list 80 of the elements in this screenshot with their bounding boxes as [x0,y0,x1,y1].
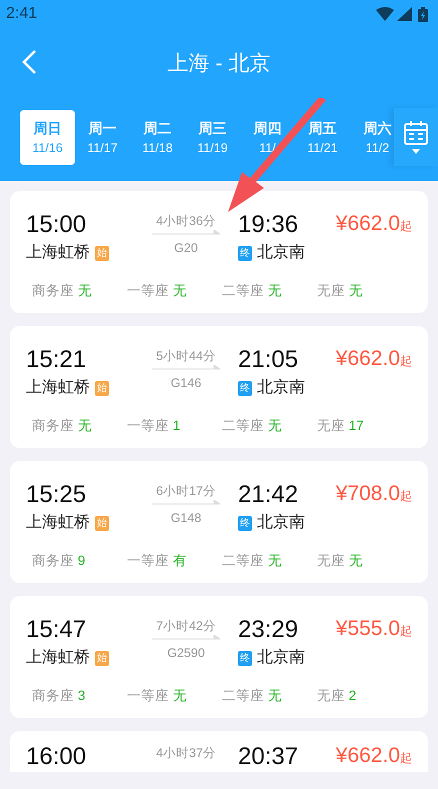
calendar-button[interactable] [394,108,438,166]
seat-availability: 无座 17 [317,417,365,435]
signal-icon [397,7,412,21]
wifi-icon [376,7,394,21]
date-tab[interactable]: 周一 11/17 [75,110,130,164]
departure-station: 上海虹桥 [26,242,90,263]
train-number: G146 [170,375,202,392]
duration: 6小时17分 [156,483,216,499]
departure-station: 上海虹桥 [26,378,90,398]
terminal-badge: 终 [238,650,252,666]
page-title: 上海 - 北京 [168,51,270,78]
price: ¥662.0起 [336,743,412,769]
caret-icon [412,149,420,154]
date-tab[interactable]: 周三 11/19 [185,110,240,164]
arrow-line-icon [152,635,220,640]
seat-availability: 二等座 无 [222,282,283,300]
departure-time: 16:00 [26,743,86,771]
train-card[interactable]: 15:00 上海虹桥 始 4小时36分 G20 19:36 终 北京南 ¥662.0起 商务座 无 一等座 无 二等座 无 无座 无 [10,191,428,313]
origin-badge: 始 [95,650,109,666]
origin-badge: 始 [95,246,109,260]
date-tab[interactable]: 周五 11/21 [295,110,350,164]
arrival-station: 北京南 [257,648,305,668]
date-tab[interactable]: 周六 11/2 [350,110,394,164]
price: ¥708.0起 [336,481,412,507]
duration: 5小时44分 [156,348,216,364]
arrival-time: 21:42 [238,481,298,509]
duration: 4小时37分 [156,745,216,761]
seat-availability: 一等座 无 [127,687,188,705]
seat-availability: 二等座 无 [222,417,283,435]
date-tab[interactable]: 周二 11/18 [130,110,185,164]
seat-availability: 一等座 无 [127,282,188,300]
seat-availability: 二等座 无 [222,687,283,705]
seat-availability: 商务座 无 [32,417,93,435]
arrow-line-icon [152,500,220,505]
terminal-badge: 终 [238,380,252,396]
train-card[interactable]: 15:21 上海虹桥 始 5小时44分 G146 21:05 终 北京南 ¥662.0起 商务座 无 一等座 1 二等座 无 无座 17 [10,326,428,448]
date-tab[interactable]: 周四 11/ [240,110,295,164]
train-card[interactable]: 16:00 4小时37分 20:37 ¥662.0起 [10,731,428,772]
seat-availability: 二等座 无 [222,552,283,570]
terminal-badge: 终 [238,246,252,260]
arrival-station: 北京南 [257,512,305,533]
seat-availability: 一等座 1 [127,417,182,435]
seat-availability: 无座 2 [317,687,358,705]
terminal-badge: 终 [238,516,252,530]
arrow-line-icon [152,230,220,235]
departure-time: 15:00 [26,211,86,239]
departure-station: 上海虹桥 [26,512,90,533]
status-time: 2:41 [6,4,38,24]
arrival-time: 20:37 [238,743,298,771]
origin-badge: 始 [95,380,109,396]
duration: 7小时42分 [156,618,216,634]
battery-icon [418,6,428,22]
train-card[interactable]: 15:47 上海虹桥 始 7小时42分 G2590 23:29 终 北京南 ¥555.0起 商务座 3 一等座 无 二等座 无 无座 2 [10,596,428,718]
price: ¥662.0起 [336,346,412,372]
seat-availability: 商务座 3 [32,687,86,705]
seat-availability: 一等座 有 [127,552,188,570]
duration: 4小时36分 [156,213,216,229]
price: ¥555.0起 [336,616,412,642]
departure-time: 15:21 [26,346,86,374]
seat-availability: 商务座 无 [32,282,93,300]
calendar-icon [403,120,429,146]
train-card[interactable]: 15:25 上海虹桥 始 6小时17分 G148 21:42 终 北京南 ¥708.0起 商务座 9 一等座 有 二等座 无 无座 无 [10,461,428,583]
arrival-time: 23:29 [238,616,298,644]
arrow-line-icon [152,365,220,370]
train-number: G2590 [167,645,205,662]
seat-availability: 商务座 9 [32,552,86,570]
departure-time: 15:25 [26,481,86,509]
arrival-time: 19:36 [238,211,298,239]
seat-availability: 无座 无 [317,282,364,300]
departure-time: 15:47 [26,616,86,644]
train-number: G20 [174,240,198,257]
price: ¥662.0起 [336,211,412,237]
seat-availability: 无座 无 [317,552,364,570]
arrival-station: 北京南 [257,378,305,398]
arrival-time: 21:05 [238,346,298,374]
arrival-station: 北京南 [257,242,305,263]
train-number: G148 [170,510,202,527]
date-tab[interactable]: 周日 11/16 [20,110,75,164]
origin-badge: 始 [95,516,109,530]
departure-station: 上海虹桥 [26,648,90,668]
